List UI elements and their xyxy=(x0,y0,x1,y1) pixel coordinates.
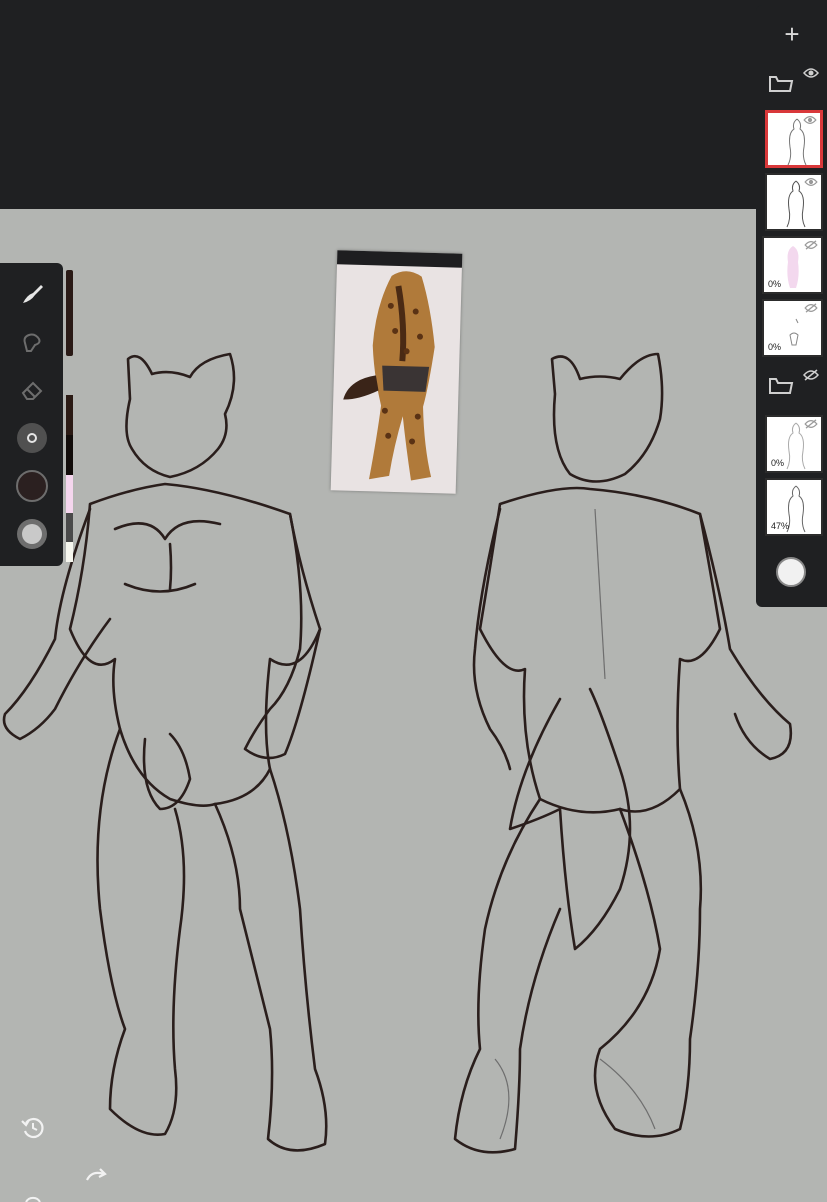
eye-hidden-icon[interactable] xyxy=(803,369,819,381)
layer-thumb-2[interactable] xyxy=(765,173,823,231)
swatch-5[interactable] xyxy=(66,542,73,562)
tool-panel xyxy=(0,263,63,566)
back-right-leg xyxy=(593,787,703,1138)
layer-thumb-5[interactable]: 0% xyxy=(765,415,823,473)
layer-thumb-1[interactable] xyxy=(765,110,823,168)
layer-group-2[interactable] xyxy=(762,365,827,415)
front-head xyxy=(125,352,236,479)
front-pecs xyxy=(113,519,222,593)
back-spine xyxy=(594,508,606,680)
eye-hidden-icon[interactable] xyxy=(804,240,818,250)
swatch-3[interactable] xyxy=(66,475,73,513)
primary-color-icon[interactable] xyxy=(15,469,49,503)
layer-thumb-4[interactable]: 0% xyxy=(762,299,823,357)
reference-image[interactable] xyxy=(330,250,463,494)
brush-size-icon[interactable] xyxy=(15,421,49,455)
front-right-leg xyxy=(213,767,328,1152)
back-torso xyxy=(478,486,722,814)
color-swatches[interactable] xyxy=(66,395,73,562)
eraser-icon[interactable] xyxy=(15,373,49,407)
layer-opacity: 0% xyxy=(771,458,785,468)
secondary-color-icon[interactable] xyxy=(15,517,49,551)
front-right-arm xyxy=(243,512,322,760)
add-layer-button[interactable]: + xyxy=(778,20,806,48)
undo-icon[interactable] xyxy=(20,1115,46,1141)
back-head xyxy=(550,352,664,483)
layer-panel: + 0% 0% 0% 47% xyxy=(756,5,827,607)
eye-icon[interactable] xyxy=(803,67,819,79)
redo-icon[interactable] xyxy=(84,1166,108,1184)
layer-thumb-3[interactable]: 0% xyxy=(762,236,823,294)
eye-icon[interactable] xyxy=(804,177,818,187)
layer-thumb-6[interactable]: 47% xyxy=(765,478,823,536)
front-left-leg xyxy=(96,727,186,1136)
layer-opacity: 47% xyxy=(771,521,790,531)
top-bar xyxy=(0,0,827,209)
swatch-2[interactable] xyxy=(66,435,73,475)
folder-icon xyxy=(769,378,794,394)
eye-hidden-icon[interactable] xyxy=(804,419,818,429)
color-picker-button[interactable] xyxy=(776,557,806,587)
reference-figure xyxy=(343,271,435,481)
back-left-leg xyxy=(453,797,562,1154)
smudge-icon[interactable] xyxy=(15,325,49,359)
eye-icon[interactable] xyxy=(803,115,817,125)
swatch-4[interactable] xyxy=(66,513,73,542)
front-torso xyxy=(68,482,322,807)
layer-group-1[interactable] xyxy=(762,63,827,113)
layer-opacity: 0% xyxy=(768,342,782,352)
size-slider[interactable] xyxy=(66,270,73,356)
folder-icon xyxy=(769,76,794,92)
layer-opacity: 0% xyxy=(768,279,782,289)
eye-hidden-icon[interactable] xyxy=(804,303,818,313)
back-left-arm xyxy=(472,507,512,771)
layer-preview xyxy=(787,246,799,288)
swatch-1[interactable] xyxy=(66,395,73,435)
brush-icon[interactable] xyxy=(15,277,49,311)
layer-preview xyxy=(789,318,799,346)
